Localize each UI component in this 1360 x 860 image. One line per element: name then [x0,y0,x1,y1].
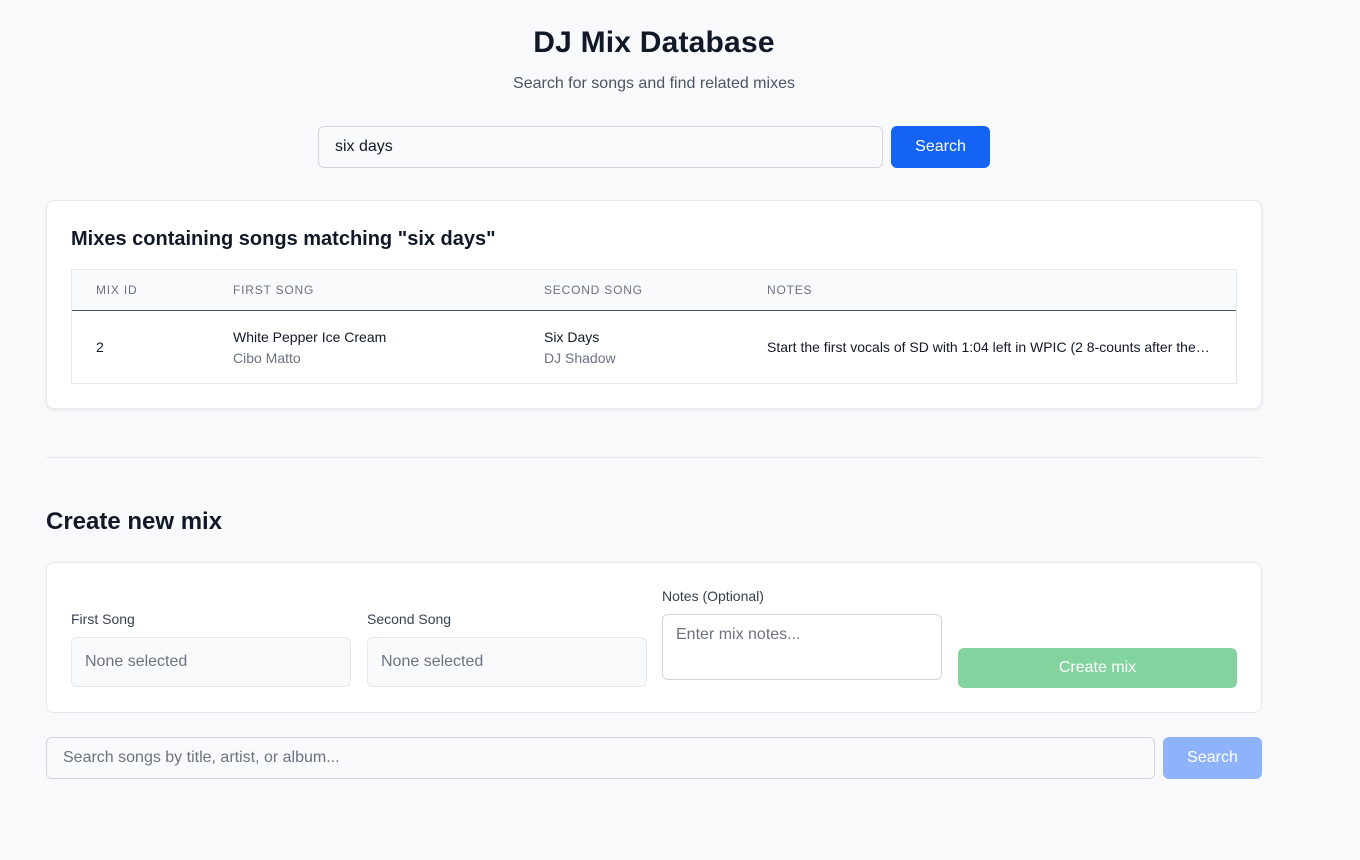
first-song-title: White Pepper Ice Cream [233,328,387,345]
first-song-artist: Cibo Matto [233,349,301,366]
results-heading: Mixes containing songs matching "six day… [71,228,496,250]
results-table: Mix ID First Song Second Song Notes 2 Wh… [71,269,1237,384]
song-search-button[interactable]: Search [1163,737,1262,779]
create-mix-heading: Create new mix [46,508,223,535]
first-song-label: First Song [71,611,135,627]
page-subtitle: Search for songs and find related mixes [513,75,795,92]
first-song-field: First Song None selected [71,611,351,687]
notes-text: Start the first vocals of SD with 1:04 l… [767,339,1210,355]
table-row[interactable]: 2 White Pepper Ice Cream Cibo Matto Six … [72,311,1236,383]
cell-notes: Start the first vocals of SD with 1:04 l… [767,339,1236,355]
second-song-label: Second Song [367,611,452,627]
section-divider [46,457,1262,458]
notes-label: Notes (Optional) [662,588,764,604]
create-mix-form: First Song None selected Second Song Non… [46,562,1262,713]
second-song-artist: DJ Shadow [544,349,616,366]
create-mix-button[interactable]: Create mix [958,648,1237,688]
notes-textarea[interactable] [662,614,942,680]
column-header-notes: Notes [767,283,813,297]
second-song-select[interactable]: None selected [367,637,647,687]
cell-first-song: White Pepper Ice Cream Cibo Matto [233,329,544,366]
song-search-input[interactable] [46,737,1155,779]
first-song-select[interactable]: None selected [71,637,351,687]
mix-search-button[interactable]: Search [891,126,990,168]
second-song-field: Second Song None selected [367,611,647,687]
column-header-mix-id: Mix ID [96,283,138,297]
page: DJ Mix Database Search for songs and fin… [0,0,1360,860]
page-title: DJ Mix Database [533,26,775,59]
column-header-first-song: First Song [233,283,315,297]
header: DJ Mix Database Search for songs and fin… [0,26,1308,93]
second-song-title: Six Days [544,328,600,345]
results-card: Mixes containing songs matching "six day… [46,200,1262,409]
table-header: Mix ID First Song Second Song Notes [72,270,1236,311]
cell-second-song: Six Days DJ Shadow [544,329,767,366]
mix-search-bar: Search [318,126,990,168]
notes-field: Notes (Optional) [662,588,942,685]
column-header-second-song: Second Song [544,283,643,297]
song-search-bar: Search [46,737,1262,779]
mix-search-input[interactable] [318,126,883,168]
cell-mix-id: 2 [96,339,104,355]
